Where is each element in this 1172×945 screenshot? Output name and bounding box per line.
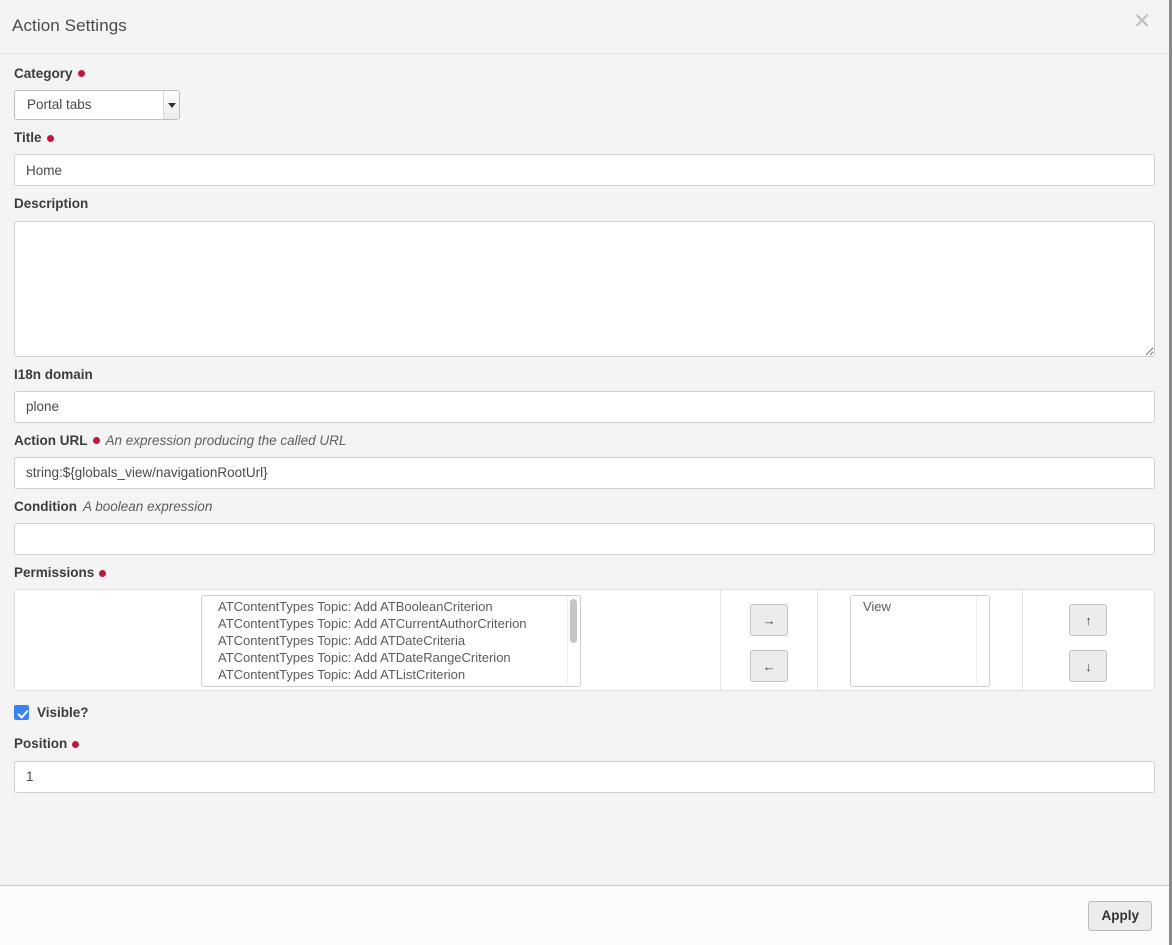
field-action-url: Action URL An expression producing the ca… (14, 433, 1155, 489)
apply-button[interactable]: Apply (1088, 901, 1152, 931)
condition-label: Condition A boolean expression (14, 499, 1155, 515)
permissions-remove-button[interactable]: ← (750, 650, 788, 682)
list-item[interactable]: View (851, 598, 989, 615)
permissions-available-items: ATContentTypes Topic: Add ATBooleanCrite… (202, 596, 580, 686)
permissions-available-scrollbar[interactable] (567, 597, 579, 685)
permissions-transfer-cell: → ← (721, 590, 818, 690)
category-select[interactable]: Portal tabs (14, 90, 180, 120)
field-description: Description (14, 196, 1155, 356)
field-permissions: Permissions ATContentTypes Topic: Add AT… (14, 565, 1155, 691)
position-input[interactable] (14, 761, 1155, 793)
title-label-text: Title (14, 130, 42, 145)
list-item[interactable]: ATContentTypes Topic: Add ATBooleanCrite… (202, 598, 580, 615)
title-input[interactable] (14, 154, 1155, 186)
required-dot-icon (99, 570, 106, 577)
list-item[interactable]: ATContentTypes Topic: Add ATDateCriteria (202, 632, 580, 649)
field-position: Position (14, 736, 1155, 792)
close-icon[interactable]: ✕ (1128, 7, 1156, 35)
permissions-move-up-button[interactable]: ↑ (1069, 604, 1107, 636)
dialog-title: Action Settings (12, 16, 127, 36)
field-category: Category Portal tabs (14, 66, 1155, 120)
position-label: Position (14, 736, 1155, 752)
required-dot-icon (93, 437, 100, 444)
category-label-text: Category (14, 66, 73, 81)
action-url-input[interactable] (14, 457, 1155, 489)
permissions-move-down-button[interactable]: ↓ (1069, 650, 1107, 682)
required-dot-icon (78, 70, 85, 77)
permissions-label: Permissions (14, 565, 1155, 581)
permissions-widget: ATContentTypes Topic: Add ATBooleanCrite… (14, 589, 1155, 691)
dialog-footer: Apply (0, 885, 1169, 945)
permissions-add-button[interactable]: → (750, 604, 788, 636)
field-visible: Visible? (14, 705, 1155, 720)
list-item[interactable]: ATContentTypes Topic: Add ATDateRangeCri… (202, 649, 580, 666)
action-settings-dialog: Action Settings ✕ Category Portal tabs T… (0, 0, 1172, 945)
field-title: Title (14, 130, 1155, 186)
scrollbar-thumb[interactable] (570, 599, 577, 643)
list-item[interactable]: ATContentTypes Topic: Add ATListCriterio… (202, 666, 580, 683)
i18n-domain-label: I18n domain (14, 367, 1155, 383)
action-url-label-text: Action URL (14, 433, 88, 448)
condition-hint: A boolean expression (83, 499, 212, 514)
action-url-label: Action URL An expression producing the ca… (14, 433, 1155, 449)
description-textarea[interactable] (14, 221, 1155, 357)
field-i18n-domain: I18n domain (14, 367, 1155, 423)
title-label: Title (14, 130, 1155, 146)
list-item[interactable]: ATContentTypes Topic: Add ATCurrentAutho… (202, 615, 580, 632)
permissions-reorder-cell: ↑ ↓ (1023, 590, 1154, 690)
position-label-text: Position (14, 736, 67, 751)
chevron-down-icon[interactable] (163, 91, 179, 119)
category-label: Category (14, 66, 1155, 82)
permissions-chosen-cell: View (818, 590, 1023, 690)
required-dot-icon (72, 741, 79, 748)
permissions-available-listbox[interactable]: ATContentTypes Topic: Add ATBooleanCrite… (201, 595, 581, 687)
list-item[interactable]: ATContentTypes Topic: Add ATPathCriterio… (202, 683, 580, 686)
i18n-domain-input[interactable] (14, 391, 1155, 423)
visible-label[interactable]: Visible? (37, 705, 89, 720)
permissions-chosen-listbox[interactable]: View (850, 595, 990, 687)
permissions-label-text: Permissions (14, 565, 94, 580)
condition-label-text: Condition (14, 499, 77, 514)
action-url-hint: An expression producing the called URL (106, 433, 347, 448)
description-label: Description (14, 196, 1155, 212)
visible-checkbox[interactable] (14, 705, 29, 720)
permissions-chosen-items: View (851, 596, 989, 686)
dialog-header: Action Settings ✕ (0, 0, 1169, 54)
permissions-chosen-scrollbar[interactable] (976, 597, 988, 685)
category-select-value: Portal tabs (27, 91, 92, 119)
permissions-available-cell: ATContentTypes Topic: Add ATBooleanCrite… (15, 590, 721, 690)
field-condition: Condition A boolean expression (14, 499, 1155, 555)
condition-input[interactable] (14, 523, 1155, 555)
required-dot-icon (47, 135, 54, 142)
dialog-body: Category Portal tabs Title Description I… (0, 54, 1169, 885)
